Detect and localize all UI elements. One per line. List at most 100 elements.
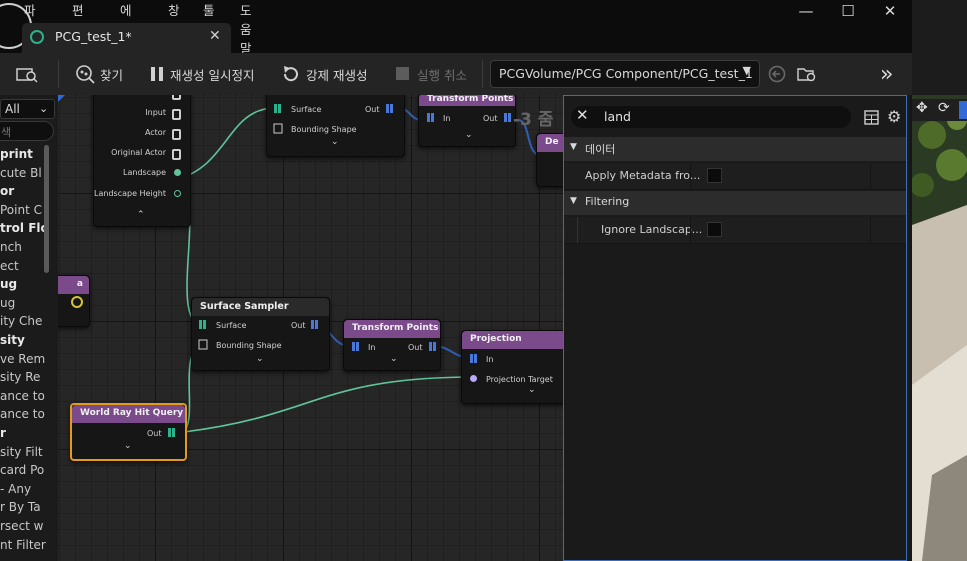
maximize-button[interactable]: ☐ xyxy=(837,2,859,20)
viewport-header xyxy=(912,0,967,95)
graph-canvas[interactable]: In Input Actor Original Actor Landscape Lands… xyxy=(58,95,563,561)
palette-item[interactable]: ve Rem xyxy=(0,352,45,366)
toolbar-divider xyxy=(482,60,483,88)
expand-icon[interactable]: ⌄ xyxy=(256,354,264,364)
pin-out: Out xyxy=(147,429,162,438)
palette-category[interactable]: ug xyxy=(0,277,17,291)
rotate-tool-icon[interactable]: ⟳ xyxy=(938,100,950,116)
spatial-pin-icon[interactable] xyxy=(351,341,361,352)
find-button[interactable]: 찾기 xyxy=(75,53,123,95)
browse-asset-button[interactable] xyxy=(16,53,38,95)
palette-item[interactable]: sity Filt xyxy=(0,445,43,459)
spatial-pin-icon[interactable] xyxy=(273,103,283,114)
spatial-pin-icon[interactable] xyxy=(469,353,479,364)
palette-item[interactable]: ity Che xyxy=(0,314,42,328)
palette-item[interactable]: ance to xyxy=(0,389,45,403)
pause-regen-label: 재생성 일시정지 xyxy=(170,67,255,83)
density-node[interactable]: De xyxy=(536,133,563,187)
palette-category[interactable]: trol Flo xyxy=(0,221,49,235)
spatial-pin-icon[interactable] xyxy=(428,341,438,352)
spatial-pin-icon[interactable] xyxy=(167,427,177,438)
palette-item[interactable]: nch xyxy=(0,240,22,254)
toolbar-overflow-button[interactable]: » xyxy=(880,53,893,95)
level-viewport[interactable]: ✥ ⟳ xyxy=(912,95,967,561)
output-pin-icon[interactable] xyxy=(172,149,181,160)
output-pin-icon[interactable] xyxy=(174,169,181,176)
spatial-pin-icon[interactable] xyxy=(198,339,208,350)
palette-category[interactable]: sity xyxy=(0,333,25,347)
palette-item[interactable]: rsect w xyxy=(0,519,44,533)
palette-item[interactable]: - Any xyxy=(0,482,31,496)
spatial-pin-icon[interactable] xyxy=(385,103,395,114)
minimize-button[interactable]: — xyxy=(795,2,817,20)
transform-points-node[interactable]: Transform Points In Out ⌄ xyxy=(343,319,441,371)
pin-in: In xyxy=(368,343,376,352)
clear-search-icon[interactable]: ✕ xyxy=(576,106,589,124)
back-arrow-button[interactable] xyxy=(768,53,786,95)
close-window-button[interactable]: ✕ xyxy=(879,2,901,20)
expand-icon[interactable]: ⌄ xyxy=(528,385,536,395)
palette-item[interactable]: card Po xyxy=(0,463,44,477)
palette-item[interactable]: ect xyxy=(0,259,19,273)
spatial-pin-icon[interactable] xyxy=(310,319,320,330)
palette-item[interactable]: r By Ta xyxy=(0,500,41,514)
output-pin-icon[interactable] xyxy=(172,109,181,120)
pin-out: Out xyxy=(483,114,498,123)
scale-tool-icon[interactable] xyxy=(959,101,967,119)
spatial-pin-icon[interactable] xyxy=(426,112,436,123)
input-node[interactable]: In Input Actor Original Actor Landscape Lands… xyxy=(93,95,191,227)
palette-item[interactable]: Point C xyxy=(0,203,42,217)
palette-item[interactable]: ug xyxy=(0,296,15,310)
collapse-icon[interactable]: ⌃ xyxy=(137,210,145,220)
document-tab[interactable]: PCG_test_1* ✕ xyxy=(22,23,231,53)
spatial-pin-icon[interactable] xyxy=(273,123,283,134)
cancel-execution-button[interactable]: 실행 취소 xyxy=(395,53,467,95)
force-regeneration-button[interactable]: 강제 재생성 xyxy=(281,53,367,95)
expand-icon[interactable]: ⌄ xyxy=(465,130,473,140)
ignore-landscape-checkbox[interactable] xyxy=(707,222,722,237)
table-view-icon[interactable] xyxy=(864,110,879,125)
spatial-pin-icon[interactable] xyxy=(503,112,513,123)
expand-icon[interactable]: ⌄ xyxy=(390,354,398,364)
pin-out: Out xyxy=(365,105,380,114)
settings-gear-icon[interactable]: ⚙ xyxy=(887,107,901,126)
close-tab-icon[interactable]: ✕ xyxy=(209,28,221,44)
browse-object-button[interactable] xyxy=(797,53,817,95)
apply-metadata-checkbox[interactable] xyxy=(707,168,722,183)
transform-points-top-node[interactable]: Transform Points In Out ⌄ xyxy=(418,95,516,147)
expand-icon[interactable]: ⌄ xyxy=(331,137,339,147)
palette-item[interactable]: nt Filter xyxy=(0,538,46,552)
details-search-input[interactable]: ✕ land xyxy=(571,106,851,128)
category-filtering[interactable]: ▼ Filtering xyxy=(564,191,907,215)
output-pin-icon[interactable] xyxy=(174,190,181,197)
world-ray-hit-query-node[interactable]: World Ray Hit Query Out ⌄ xyxy=(70,403,187,461)
node-title: Transform Points xyxy=(344,320,440,338)
menu-help[interactable]: 도움말 xyxy=(240,0,252,57)
menu-window[interactable]: 창 xyxy=(168,0,180,19)
pause-regeneration-button[interactable]: 재생성 일시정지 xyxy=(150,53,254,95)
partial-node[interactable]: a xyxy=(58,275,90,327)
category-data[interactable]: ▼ 데이터 xyxy=(564,137,907,161)
palette-filter-combo[interactable]: All ⌄ xyxy=(0,99,55,119)
palette-category[interactable]: r xyxy=(0,426,6,440)
expand-icon[interactable]: ⌄ xyxy=(124,441,132,451)
palette-category[interactable]: print xyxy=(0,147,33,161)
target-pin-icon[interactable] xyxy=(470,375,477,382)
palette-scrollbar[interactable] xyxy=(44,145,49,273)
spatial-pin-icon[interactable] xyxy=(198,319,208,330)
palette-item[interactable]: ance to xyxy=(0,407,45,421)
debug-object-combo[interactable]: PCGVolume/PCG Component/PCG_test_1 ▼ xyxy=(490,60,760,88)
menu-tools[interactable]: 툴 xyxy=(203,0,215,19)
attribute-pin-icon[interactable] xyxy=(71,296,83,308)
move-tool-icon[interactable]: ✥ xyxy=(916,100,928,116)
surface-sampler-node[interactable]: Surface Sampler Surface Out Bounding Sha… xyxy=(191,297,330,371)
palette-item[interactable]: cute Bl xyxy=(0,166,42,180)
surface-sampler-top-node[interactable]: Surface Out Bounding Shape ⌄ xyxy=(266,95,405,157)
output-pin-icon[interactable] xyxy=(172,95,181,100)
palette-search-input[interactable]: 색 xyxy=(0,121,54,141)
palette-item[interactable]: sity Re xyxy=(0,370,40,384)
palette-category[interactable]: or xyxy=(0,184,14,198)
output-pin-icon[interactable] xyxy=(172,129,181,140)
projection-node[interactable]: Projection In Projection Target ⌄ xyxy=(461,330,563,404)
pin-surface: Surface xyxy=(291,105,322,114)
